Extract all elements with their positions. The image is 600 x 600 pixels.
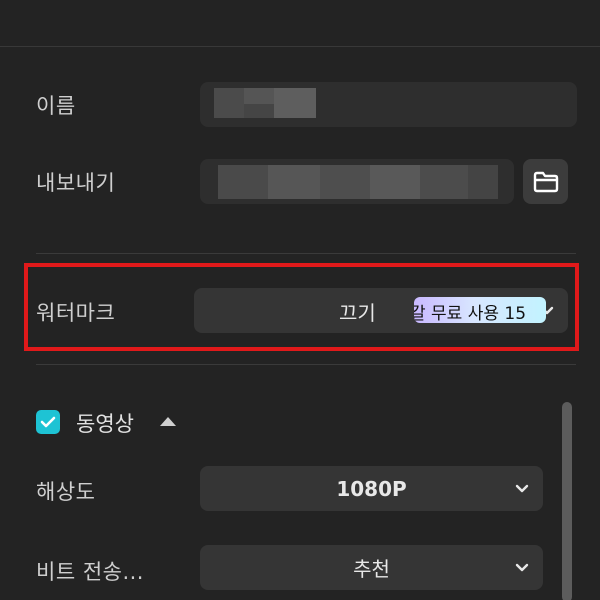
chevron-down-icon [515,484,529,492]
name-input[interactable] [200,82,577,127]
scrollbar-thumb[interactable] [562,402,572,600]
video-checkbox[interactable] [36,410,60,434]
checkmark-icon [40,416,56,428]
watermark-highlight-box [24,263,579,351]
folder-icon [533,171,558,192]
name-label: 이름 [36,94,76,118]
export-label: 내보내기 [36,171,116,195]
bitrate-value: 추천 [353,557,390,581]
resolution-value: 1080P [336,476,407,501]
export-path-input[interactable] [200,159,514,204]
chevron-down-icon [515,563,529,571]
browse-folder-button[interactable] [523,159,568,204]
section-divider [36,253,576,254]
resolution-select[interactable]: 1080P [200,466,543,511]
redacted-block [244,104,274,118]
top-divider [0,46,600,47]
redacted-block [274,88,316,118]
collapse-caret-icon[interactable] [160,417,176,426]
redacted-block [218,165,268,199]
resolution-label: 해상도 [36,480,96,504]
redacted-block [214,88,244,118]
bitrate-select[interactable]: 추천 [200,545,543,590]
section-divider [36,364,576,365]
redacted-block [320,165,370,199]
redacted-block [370,165,420,199]
video-section-title: 동영상 [76,412,134,436]
redacted-block [268,165,320,199]
redacted-block [420,165,468,199]
bitrate-label: 비트 전송... [36,560,144,584]
redacted-block [468,165,498,199]
